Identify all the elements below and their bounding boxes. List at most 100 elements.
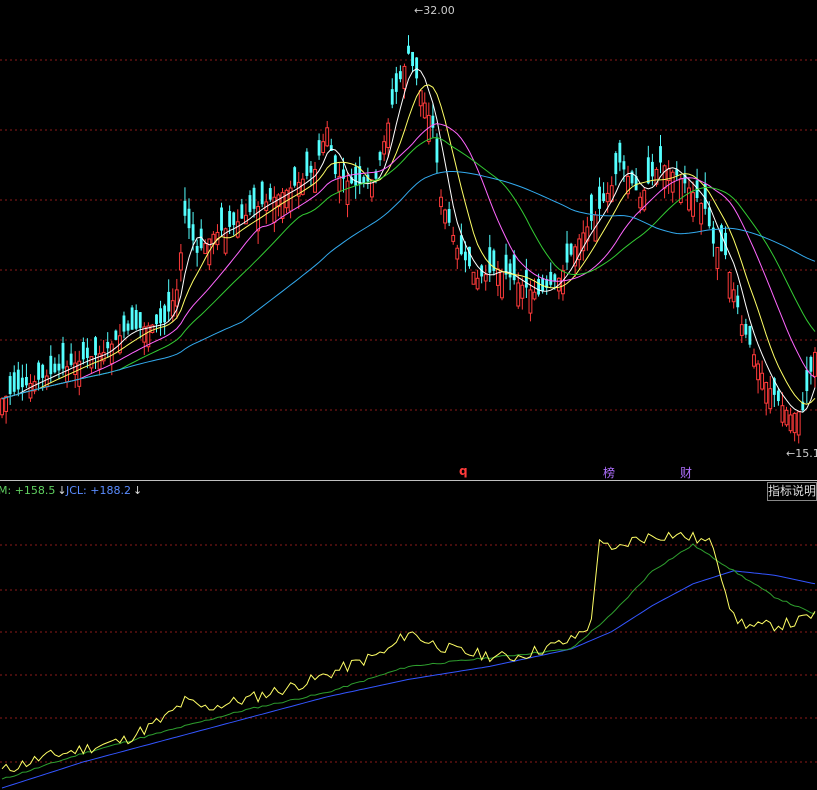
candle-down: [195, 245, 199, 253]
candle-down: [537, 278, 540, 295]
event-marker-cai[interactable]: 财: [680, 464, 692, 481]
candle-up: [768, 388, 773, 410]
candle-down: [569, 243, 573, 255]
candle-down: [61, 342, 65, 369]
candle-down: [183, 200, 187, 216]
candle-up: [528, 289, 533, 314]
candle-down: [268, 188, 272, 200]
candle-down: [394, 73, 398, 92]
candle-down: [435, 138, 439, 163]
candle-down: [134, 310, 138, 329]
candle-up: [418, 90, 423, 107]
candle-up: [284, 189, 289, 209]
candle-down: [293, 167, 297, 186]
candle-down: [602, 193, 606, 202]
candlestick-chart[interactable]: [0, 0, 817, 480]
candle-up: [699, 202, 704, 225]
candle-up: [792, 412, 797, 434]
candle-up: [313, 168, 317, 193]
candle-down: [232, 212, 236, 226]
candle-down: [85, 347, 89, 358]
candle-down: [49, 355, 53, 375]
candle-down: [805, 369, 809, 392]
candle-down: [549, 271, 553, 285]
candle-down: [565, 243, 569, 263]
candle-up: [89, 356, 94, 369]
high-price-value: 32.00: [423, 4, 455, 17]
candle-down: [390, 89, 394, 105]
candle-down: [20, 377, 24, 388]
candle-down: [488, 247, 492, 273]
candle-down: [81, 342, 85, 360]
candle-up: [788, 414, 793, 432]
candle-down: [447, 209, 451, 223]
candle-up: [496, 268, 500, 286]
candle-down: [248, 195, 252, 213]
candle-down: [69, 353, 73, 365]
m-avg-line: [1, 543, 816, 780]
candle-down: [130, 307, 134, 330]
ma5-line: [1, 68, 816, 413]
candle-up: [662, 165, 667, 189]
candle-down: [508, 263, 512, 278]
candle-down: [94, 337, 97, 356]
candle-down: [744, 323, 748, 335]
panel-divider[interactable]: [0, 480, 817, 481]
candle-down: [736, 295, 740, 308]
candle-up: [439, 196, 443, 208]
candle-down: [305, 151, 309, 176]
candle-up: [321, 141, 326, 154]
candle-down: [126, 323, 130, 331]
candle-down: [228, 211, 232, 227]
candle-up: [731, 289, 736, 303]
candle-up: [382, 141, 387, 155]
candle-up: [687, 187, 691, 211]
candle-down: [41, 364, 45, 378]
candle-up: [532, 291, 537, 300]
candle-up: [443, 209, 448, 224]
candle-up: [638, 196, 643, 209]
candle-up: [520, 284, 525, 299]
candle-down: [362, 176, 366, 183]
candle-down: [309, 165, 313, 173]
candle-up: [325, 127, 330, 147]
candle-up: [386, 122, 391, 149]
indicator-jcl-value: JCL: +188.2: [66, 484, 131, 497]
candle-down: [776, 390, 780, 402]
candle-down: [106, 341, 110, 349]
candle-down: [159, 308, 162, 324]
ma30-line: [1, 137, 816, 400]
indicator-explain-button[interactable]: 指标说明: [767, 482, 817, 501]
candle-down: [317, 140, 321, 156]
high-price-label: ←32.00: [414, 4, 455, 17]
candle-down: [163, 305, 167, 323]
candle-up: [345, 180, 350, 206]
candle-up: [455, 247, 460, 260]
candle-up: [796, 411, 801, 436]
candle-down: [589, 194, 593, 221]
candle-down: [191, 224, 195, 241]
candle-down: [24, 376, 28, 386]
low-price-label: ←15.1: [786, 447, 817, 460]
candle-up: [73, 362, 78, 375]
candle-up: [109, 343, 114, 365]
candle-down: [378, 152, 382, 161]
candle-up: [813, 351, 817, 377]
candle-down: [659, 146, 662, 163]
down-arrow-icon: ↓: [132, 484, 143, 497]
candle-down: [598, 186, 601, 209]
candle-up: [500, 271, 504, 299]
candle-down: [333, 155, 337, 175]
candle-down: [155, 314, 158, 325]
candle-down: [114, 330, 118, 340]
candle-up: [471, 271, 476, 285]
candle-down: [354, 166, 358, 186]
candle-down: [138, 312, 142, 328]
event-marker-bang[interactable]: 榜: [603, 464, 615, 481]
indicator-chart[interactable]: [0, 500, 817, 790]
candle-up: [402, 65, 407, 89]
event-marker-q[interactable]: q: [459, 464, 468, 478]
candle-up: [756, 363, 760, 381]
candle-up: [605, 192, 610, 203]
candle-down: [646, 157, 650, 184]
